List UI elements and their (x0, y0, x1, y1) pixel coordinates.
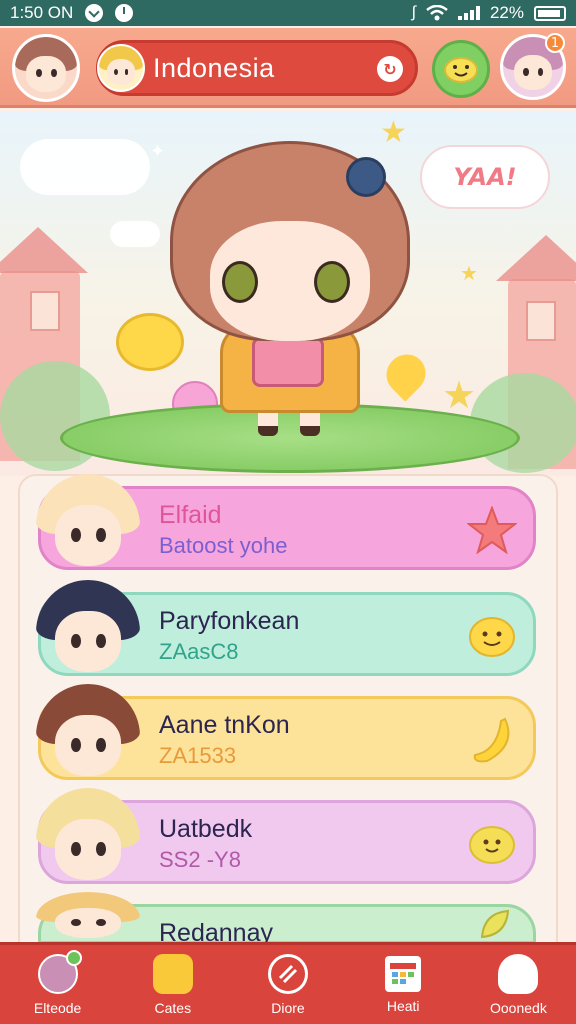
user-avatar[interactable] (12, 34, 80, 102)
nav-home[interactable]: Diore (230, 945, 345, 1024)
cloud (20, 139, 150, 195)
contact-subtitle: ZA1533 (159, 743, 237, 768)
notification-badge: 1 (545, 33, 565, 53)
bluetooth-icon: ∫ (411, 4, 416, 21)
contact-avatar[interactable] (36, 892, 140, 944)
region-selector[interactable]: Indonesia ↻ (96, 40, 418, 96)
contact-avatar[interactable] (36, 788, 140, 892)
clock-icon (115, 4, 134, 22)
nav-label: Cates (154, 999, 192, 1016)
nav-label: Heati (386, 997, 420, 1014)
spiral-icon (268, 953, 308, 994)
roof (496, 235, 576, 281)
avatar-face (15, 37, 77, 99)
status-bar: 1:50 ON ∫ 22% (0, 0, 576, 26)
smiley-icon (444, 57, 478, 83)
contact-name: Aane tnKon (159, 711, 290, 739)
contact-avatar[interactable] (36, 474, 140, 578)
heart-icon (378, 346, 434, 402)
friend-avatar[interactable]: 1 (500, 33, 566, 100)
leaf-icon[interactable] (467, 907, 517, 941)
book-icon (252, 337, 324, 387)
nav-grid[interactable]: Heati (346, 945, 461, 1024)
nav-label: Diore (271, 999, 305, 1016)
verified-icon (85, 4, 104, 22)
character-scene: YAA! ★ ★ ★ ✦ (0, 111, 576, 476)
battery-percent: 22% (489, 3, 524, 22)
nav-label: Ooonedk (490, 999, 547, 1016)
contact-subtitle: ZAasC8 (159, 639, 239, 664)
wifi-icon (426, 5, 448, 21)
nav-chat[interactable]: Ooonedk (461, 945, 576, 1024)
contact-name: Elfaid (159, 501, 222, 529)
smiley-icon[interactable] (467, 611, 517, 661)
lemon-icon[interactable] (467, 819, 517, 869)
smiley-sun-icon (116, 313, 184, 371)
status-time: 1:50 ON (10, 3, 74, 22)
hair-bow-icon (346, 157, 386, 197)
star-icon[interactable] (467, 505, 517, 555)
character-eye (222, 261, 258, 303)
profile-icon (37, 949, 82, 994)
refresh-icon[interactable]: ↻ (377, 56, 403, 82)
contact-avatar[interactable] (36, 684, 140, 788)
signal-icon (457, 6, 480, 20)
contact-avatar[interactable] (36, 580, 140, 684)
cloud (110, 221, 160, 247)
smiley-button[interactable] (432, 40, 490, 98)
grass-platform (60, 403, 520, 473)
contact-name: Paryfonkean (159, 607, 300, 635)
contact-subtitle: SS2 -Y8 (159, 847, 241, 872)
region-avatar (97, 44, 145, 92)
nav-label: Elteode (33, 999, 82, 1016)
grid-icon (385, 955, 422, 992)
gift-icon (152, 953, 193, 994)
contact-subtitle: Batoost yohe (159, 533, 288, 558)
star-icon: ★ (442, 373, 477, 417)
roof (0, 227, 88, 273)
ghost-icon (498, 953, 539, 994)
nav-gifts[interactable]: Cates (115, 945, 230, 1024)
contact-name: Uatbedk (159, 815, 253, 843)
nav-profile[interactable]: Elteode (0, 945, 115, 1024)
star-icon: ★ (380, 115, 407, 150)
banana-icon[interactable] (467, 715, 517, 765)
battery-icon (534, 5, 566, 21)
speech-bubble: YAA! (420, 145, 550, 209)
character-eye (314, 261, 350, 303)
star-icon: ★ (460, 261, 478, 285)
sparkle-icon: ✦ (150, 141, 166, 162)
bottom-navigation: Elteode Cates Diore Heati Ooonedk (0, 942, 576, 1024)
region-title: Indonesia (153, 52, 275, 83)
